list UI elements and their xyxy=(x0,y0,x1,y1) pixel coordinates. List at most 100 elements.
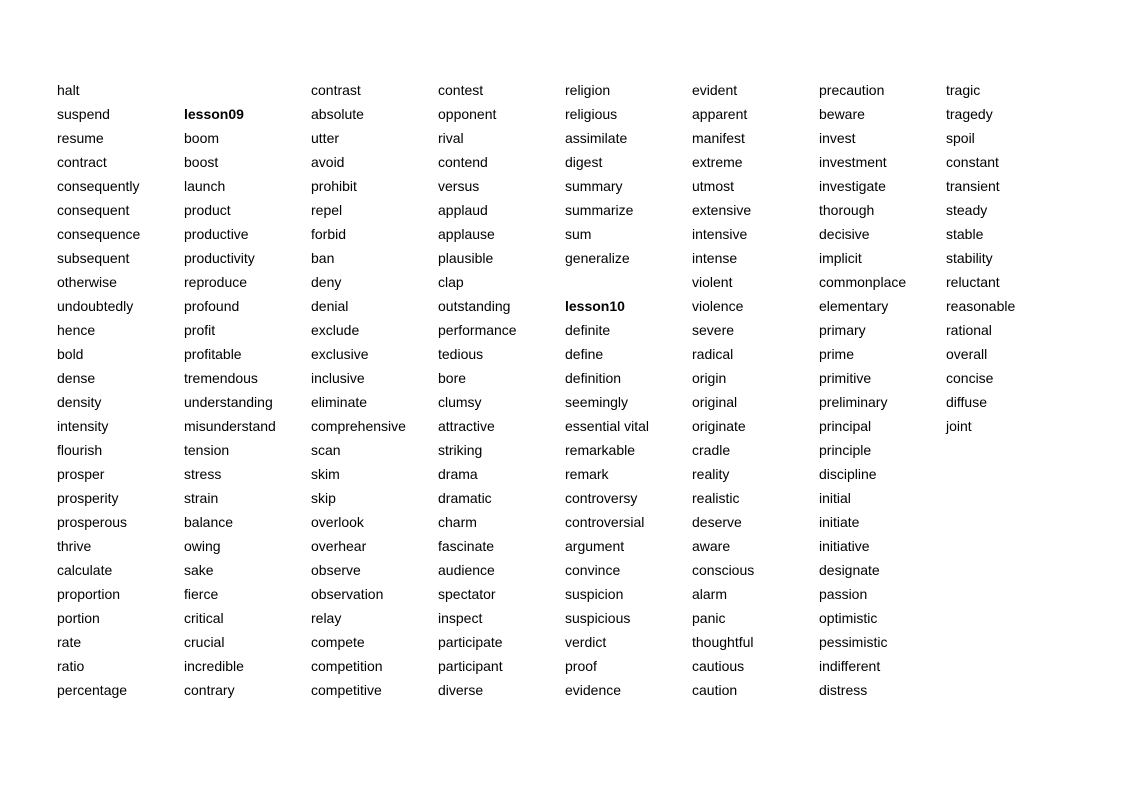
vocabulary-word: initiative xyxy=(819,538,870,554)
vocabulary-word: definite xyxy=(565,322,611,338)
vocabulary-word: religious xyxy=(565,106,618,122)
vocabulary-word: apparent xyxy=(692,106,748,122)
vocabulary-word: critical xyxy=(184,610,224,626)
vocabulary-word: competition xyxy=(311,658,383,674)
vocabulary-word: contract xyxy=(57,154,107,170)
vocabulary-word: constant xyxy=(946,154,999,170)
vocabulary-word: sake xyxy=(184,562,214,578)
vocabulary-word: tragic xyxy=(946,82,981,98)
vocabulary-word: exclude xyxy=(311,322,360,338)
vocabulary-word: evident xyxy=(692,82,738,98)
vocabulary-word: extreme xyxy=(692,154,743,170)
vocabulary-word: otherwise xyxy=(57,274,117,290)
vocabulary-word: portion xyxy=(57,610,100,626)
vocabulary-word: undoubtedly xyxy=(57,298,134,314)
vocabulary-word: controversy xyxy=(565,490,638,506)
vocabulary-word: clumsy xyxy=(438,394,482,410)
vocabulary-word: observation xyxy=(311,586,384,602)
vocabulary-word: applaud xyxy=(438,202,488,218)
vocabulary-word: investigate xyxy=(819,178,886,194)
vocabulary-word: prosper xyxy=(57,466,105,482)
vocabulary-word: bore xyxy=(438,370,467,386)
vocabulary-word: rival xyxy=(438,130,464,146)
vocabulary-word: opponent xyxy=(438,106,497,122)
vocabulary-word: fierce xyxy=(184,586,219,602)
vocabulary-word: owing xyxy=(184,538,221,554)
vocabulary-word: thoughtful xyxy=(692,634,754,650)
vocabulary-word: argument xyxy=(565,538,625,554)
vocabulary-word: absolute xyxy=(311,106,364,122)
vocabulary-word: prohibit xyxy=(311,178,357,194)
vocabulary-word: stable xyxy=(946,226,984,242)
vocabulary-word: caution xyxy=(692,682,738,698)
vocabulary-word: transient xyxy=(946,178,1000,194)
vocabulary-word: prosperous xyxy=(57,514,128,530)
vocabulary-word: discipline xyxy=(819,466,877,482)
vocabulary-word: overhear xyxy=(311,538,367,554)
vocabulary-word: remark xyxy=(565,466,609,482)
vocabulary-word: intense xyxy=(692,250,738,266)
vocabulary-word: strain xyxy=(184,490,219,506)
vocabulary-word: thorough xyxy=(819,202,875,218)
word-column-7: precaution beware invest investment investig… xyxy=(819,81,946,705)
vocabulary-word: subsequent xyxy=(57,250,130,266)
word-column-6: evident apparent manifest extreme utmost exte… xyxy=(692,81,819,705)
vocabulary-word: clap xyxy=(438,274,464,290)
vocabulary-word: violent xyxy=(692,274,733,290)
vocabulary-word: avoid xyxy=(311,154,345,170)
word-column-8: tragic tragedy spoil constant transient stead… xyxy=(946,81,1073,441)
vocabulary-word: optimistic xyxy=(819,610,878,626)
vocabulary-word: plausible xyxy=(438,250,494,266)
vocabulary-word: rational xyxy=(946,322,992,338)
vocabulary-word: competitive xyxy=(311,682,382,698)
vocabulary-word: repel xyxy=(311,202,343,218)
word-column-5: religion religious assimilate digest summary… xyxy=(565,81,692,705)
vocabulary-word: generalize xyxy=(565,250,630,266)
vocabulary-word: hence xyxy=(57,322,96,338)
word-column-4: contest opponent rival contend versus applaud… xyxy=(438,81,565,705)
vocabulary-word: tedious xyxy=(438,346,484,362)
vocabulary-word: denial xyxy=(311,298,349,314)
vocabulary-word: dense xyxy=(57,370,96,386)
vocabulary-word: product xyxy=(184,202,231,218)
vocabulary-word: participant xyxy=(438,658,503,674)
vocabulary-word: observe xyxy=(311,562,361,578)
vocabulary-word: primitive xyxy=(819,370,872,386)
vocabulary-word: overlook xyxy=(311,514,364,530)
vocabulary-word: suspicious xyxy=(565,610,631,626)
vocabulary-word: conscious xyxy=(692,562,755,578)
vocabulary-word: percentage xyxy=(57,682,128,698)
vocabulary-word: definition xyxy=(565,370,622,386)
vocabulary-word: performance xyxy=(438,322,517,338)
vocabulary-word: comprehensive xyxy=(311,418,406,434)
vocabulary-word: audience xyxy=(438,562,495,578)
vocabulary-word: pessimistic xyxy=(819,634,888,650)
vocabulary-word: resume xyxy=(57,130,104,146)
vocabulary-word: intensity xyxy=(57,418,109,434)
vocabulary-word: contest xyxy=(438,82,484,98)
vocabulary-word: ban xyxy=(311,250,335,266)
vocabulary-word: profitable xyxy=(184,346,242,362)
vocabulary-word: remarkable xyxy=(565,442,636,458)
vocabulary-word: define xyxy=(565,346,604,362)
vocabulary-word: intensive xyxy=(692,226,748,242)
vocabulary-word: verdict xyxy=(565,634,607,650)
vocabulary-word: tragedy xyxy=(946,106,993,122)
vocabulary-word: tremendous xyxy=(184,370,258,386)
vocabulary-word: preliminary xyxy=(819,394,888,410)
vocabulary-word: profound xyxy=(184,298,240,314)
vocabulary-word: invest xyxy=(819,130,856,146)
vocabulary-word: joint xyxy=(946,418,972,434)
vocabulary-word: stress xyxy=(184,466,222,482)
vocabulary-word: contend xyxy=(438,154,488,170)
vocabulary-word: fascinate xyxy=(438,538,495,554)
word-column-2: lesson09 boom boost launch product productive… xyxy=(184,81,311,705)
vocabulary-word: evidence xyxy=(565,682,622,698)
vocabulary-word: diffuse xyxy=(946,394,987,410)
vocabulary-word: spoil xyxy=(946,130,975,146)
vocabulary-word: deserve xyxy=(692,514,742,530)
vocabulary-word: forbid xyxy=(311,226,347,242)
vocabulary-word: versus xyxy=(438,178,480,194)
